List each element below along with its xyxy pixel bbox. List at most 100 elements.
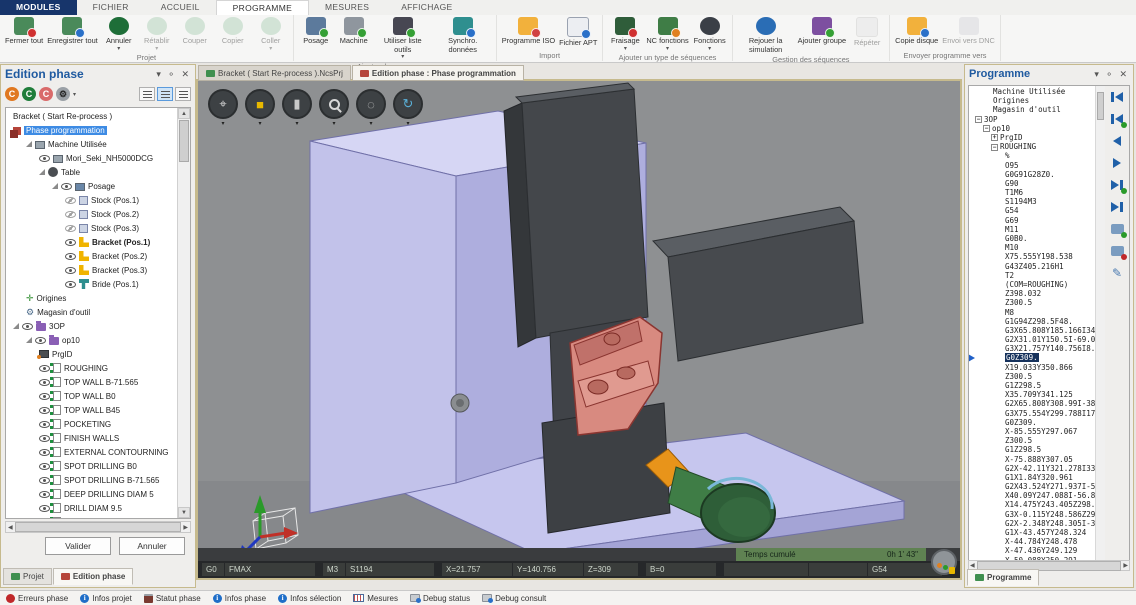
ribbon-button-doc-close[interactable]: Fermer tout	[3, 15, 45, 47]
zoom-icon[interactable]	[319, 89, 349, 119]
ribbon-tab-fichier[interactable]: FICHIER	[77, 0, 145, 15]
eye-icon[interactable]	[39, 435, 50, 442]
tree-row[interactable]: TOP WALL B-71.565	[7, 375, 177, 389]
code-line[interactable]: +PrgID	[969, 133, 1095, 142]
stock-view-icon[interactable]: ▮	[282, 89, 312, 119]
eye-icon[interactable]	[39, 393, 50, 400]
dropdown-arrow-icon[interactable]: ▾	[666, 46, 669, 53]
code-line[interactable]: G90	[969, 179, 1095, 188]
ribbon-tab-programme[interactable]: PROGRAMME	[216, 0, 309, 15]
eye-icon[interactable]	[39, 407, 50, 414]
dropdown-arrow-icon[interactable]: ▾	[269, 46, 272, 53]
ribbon-button-sync[interactable]: Synchro. données	[433, 15, 493, 55]
phase-gear-button[interactable]: ⚙	[56, 87, 70, 101]
play-forward-button[interactable]	[1106, 154, 1128, 172]
tree-row[interactable]: ROUGHING	[7, 361, 177, 375]
code-line[interactable]: M10	[969, 243, 1095, 252]
ribbon-button-nc[interactable]: NC fonctions▾	[644, 15, 690, 53]
view-list-1-button[interactable]	[139, 87, 155, 101]
dropdown-arrow-icon[interactable]: ▾	[295, 120, 298, 127]
tree-row[interactable]: Mori_Seki_NH5000DCG	[7, 151, 177, 165]
statusbar-erreurs-phase[interactable]: Erreurs phase	[6, 594, 68, 603]
eye-icon[interactable]	[39, 519, 50, 520]
play-backward-button[interactable]	[1106, 132, 1128, 150]
eye-icon[interactable]	[39, 505, 50, 512]
code-line[interactable]: X75.555Y198.538	[969, 252, 1095, 261]
tree-row[interactable]: Stock (Pos.3)	[7, 221, 177, 235]
tree-row[interactable]: SPOT DRILLING B0	[7, 459, 177, 473]
code-line[interactable]: G1Z298.5	[969, 445, 1095, 454]
tab-programme-bottom[interactable]: Programme	[967, 569, 1039, 586]
go-first-button[interactable]	[1106, 88, 1128, 106]
tree-row[interactable]: Bracket ( Start Re-process )	[7, 109, 177, 123]
statusbar-infos-projet[interactable]: iInfos projet	[80, 594, 132, 603]
valider-button[interactable]: Valider	[45, 537, 111, 555]
code-line[interactable]: G3X65.808Y185.166I34.8	[969, 326, 1095, 335]
code-line[interactable]: Z398.032	[969, 289, 1095, 298]
code-line[interactable]: Z300.5	[969, 298, 1095, 307]
collapse-icon[interactable]: −	[975, 116, 982, 123]
code-line[interactable]: G3X75.554Y299.788I17.4	[969, 409, 1095, 418]
ribbon-button-apt[interactable]: Fichier APT	[557, 15, 599, 49]
expander-icon[interactable]	[26, 337, 32, 343]
code-line[interactable]: X-75.888Y307.05	[969, 455, 1095, 464]
dropdown-arrow-icon[interactable]: ▾	[406, 120, 409, 127]
code-line[interactable]: X19.033Y350.866	[969, 363, 1095, 372]
eye-icon[interactable]	[22, 323, 33, 330]
tree-row[interactable]: op10	[7, 333, 177, 347]
statusbar-infos-sélection[interactable]: iInfos sélection	[278, 594, 341, 603]
tree-row[interactable]: EXTERNAL CONTOURNING	[7, 445, 177, 459]
tree-row[interactable]: DRILL DIAM 9.5	[7, 501, 177, 515]
code-line[interactable]: G0B0.	[969, 234, 1095, 243]
eye-icon[interactable]	[39, 379, 50, 386]
ribbon-button-doc-save[interactable]: Enregistrer tout	[45, 15, 100, 47]
tree-row[interactable]: Bracket (Pos.2)	[7, 249, 177, 263]
eye-icon[interactable]	[39, 421, 50, 428]
tree-row[interactable]: ✛Origines	[7, 291, 177, 305]
code-line[interactable]: −op10	[969, 124, 1095, 133]
code-vscrollbar[interactable]	[1095, 86, 1105, 568]
ribbon-tab-modules[interactable]: MODULES	[0, 0, 77, 15]
dropdown-arrow-icon[interactable]: ▾	[369, 120, 372, 127]
tree-row[interactable]: Bride (Pos.1)	[7, 277, 177, 291]
dropdown-arrow-icon[interactable]: ▾	[332, 120, 335, 127]
code-line[interactable]: G0Z309.	[969, 418, 1095, 427]
cube-view-icon[interactable]: ■	[245, 89, 275, 119]
eye-icon[interactable]	[65, 281, 76, 288]
code-line[interactable]: X-85.555Y297.067	[969, 427, 1095, 436]
eye-icon[interactable]	[39, 477, 50, 484]
tree-row[interactable]: 3OP	[7, 319, 177, 333]
tree-row[interactable]: DRILLING DIAM 10	[7, 515, 177, 519]
tree-row[interactable]: TOP WALL B45	[7, 403, 177, 417]
dropdown-arrow-icon[interactable]: ▾	[221, 120, 224, 127]
ribbon-tab-accueil[interactable]: ACCUEIL	[145, 0, 216, 15]
tree-row[interactable]: Phase programmation	[7, 123, 177, 137]
code-line[interactable]: O95	[969, 161, 1095, 170]
dropdown-arrow-icon[interactable]: ▾	[155, 46, 158, 53]
code-line[interactable]: G3X-0.115Y248.586Z298.	[969, 510, 1095, 519]
tree-hscrollbar[interactable]: ◀▶	[5, 521, 191, 533]
tree-row[interactable]: Machine Utilisée	[7, 137, 177, 151]
code-line[interactable]: %	[969, 151, 1095, 160]
tree-row[interactable]: DEEP DRILLING DIAM 5	[7, 487, 177, 501]
tree-row[interactable]: PrgID	[7, 347, 177, 361]
dropdown-arrow-icon[interactable]: ▾	[258, 120, 261, 127]
ribbon-button-tools[interactable]: Utiliser liste outils▾	[373, 15, 433, 62]
code-line[interactable]: M8	[969, 308, 1095, 317]
eye-icon[interactable]	[65, 267, 76, 274]
code-line[interactable]: G3X21.757Y140.756I8.64	[969, 344, 1095, 353]
ribbon-button-fraisage[interactable]: Fraisage▾	[606, 15, 644, 53]
phase-green-button[interactable]: C	[22, 87, 36, 101]
code-line[interactable]: Z300.5	[969, 436, 1095, 445]
code-line[interactable]: −3OP	[969, 115, 1095, 124]
code-line[interactable]: X-44.784Y248.478	[969, 537, 1095, 546]
code-line[interactable]: X35.709Y341.125	[969, 390, 1095, 399]
code-line[interactable]: G0Z309.	[969, 353, 1095, 362]
rotate-view-icon[interactable]: ↻	[393, 89, 423, 119]
panel-window-buttons-right[interactable]: ▾ ⚬ ✕	[1094, 69, 1129, 80]
code-line[interactable]: X14.475Y243.405Z298.5I	[969, 500, 1095, 509]
eye-icon[interactable]	[39, 491, 50, 498]
dropdown-arrow-icon[interactable]: ▾	[624, 46, 627, 53]
panel-window-buttons[interactable]: ▾ ⚬ ✕	[156, 69, 191, 80]
collapse-icon[interactable]: −	[991, 144, 998, 151]
